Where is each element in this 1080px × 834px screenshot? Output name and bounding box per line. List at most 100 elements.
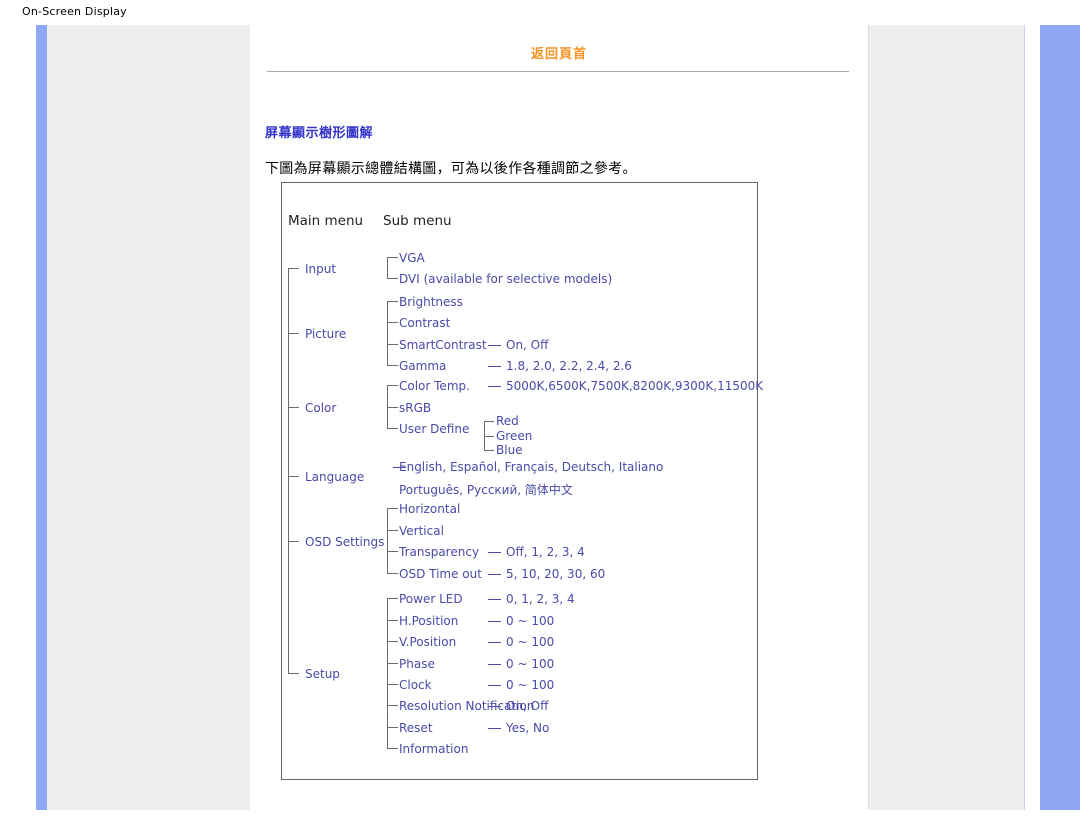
sub-menu-item: sRGB (399, 400, 432, 415)
sub-menu-item: Gamma (399, 359, 447, 374)
sub-menu-item: Brightness (399, 294, 463, 309)
sub-menu-item: V.Position (399, 635, 457, 650)
content-column: 返回頁首 屏幕顯示樹形圖解 下圖為屏幕顯示總體結構圖，可為以後作各種調節之參考。… (250, 25, 868, 810)
sub-menu-value: Off, 1, 2, 3, 4 (506, 545, 585, 560)
sub-menu-value: 0 ~ 100 (506, 635, 555, 650)
sub-branch-tick (387, 641, 398, 643)
value-connector-dash (488, 344, 501, 346)
value-connector-dash (488, 663, 501, 665)
sub-branch-tick (387, 529, 398, 531)
sub-menu-value: 5, 10, 20, 30, 60 (506, 566, 606, 581)
sub-branch-tick (387, 257, 398, 258)
sub-menu-value: 0 ~ 100 (506, 677, 555, 692)
main-menu-item: Picture (305, 326, 347, 341)
sub-menu-item: Color Temp. (399, 379, 470, 394)
sub-branch-tick (387, 748, 398, 750)
sub-branch-tick (387, 662, 398, 664)
sub-branch-tick (387, 406, 398, 408)
sub-menu-value: 0 ~ 100 (506, 613, 555, 628)
main-menu-item: Color (305, 400, 337, 415)
sub-menu-item: Power LED (399, 592, 463, 607)
sub-menu-value: Português, Русский, 简体中文 (399, 483, 573, 498)
sub-menu-value: On, Off (506, 337, 549, 352)
leaf-menu-item: Red (496, 414, 519, 429)
left-blue-rail (36, 25, 47, 810)
leaf-branch-tick (484, 421, 494, 423)
leaf-branch-tick (484, 435, 494, 437)
value-connector-dash (488, 386, 501, 388)
sub-branch-tick (387, 551, 398, 553)
sub-branch-tick (387, 572, 398, 574)
sub-menu-item: Reset (399, 720, 433, 735)
osd-tree-canvas: Main menu Sub menu VGA DVI (available for… (282, 183, 763, 779)
value-connector-dash (488, 599, 501, 601)
sub-bracket-spine (387, 598, 388, 749)
sub-menu-item: Transparency (399, 545, 480, 560)
sub-bracket-spine (387, 300, 388, 366)
sub-menu-item: Horizontal (399, 502, 461, 517)
sub-menu-value: Yes, No (506, 720, 550, 735)
main-branch-tick (288, 406, 299, 408)
main-branch-tick (288, 332, 299, 334)
left-sidebar-panel (47, 25, 250, 810)
sub-menu-item: Information (399, 742, 469, 757)
main-menu-item: Language (305, 470, 365, 485)
header-divider (267, 71, 849, 72)
main-branch-tick (288, 673, 299, 675)
sub-menu-item: Clock (399, 677, 432, 692)
sub-menu-item: DVI (available for selective models) (399, 272, 613, 287)
sub-menu-item: H.Position (399, 613, 459, 628)
sub-branch-tick (387, 322, 398, 324)
sub-menu-item: SmartContrast (399, 337, 487, 352)
osd-tree-diagram: Main menu Sub menu VGA DVI (available for… (281, 182, 763, 780)
sub-branch-tick (387, 385, 398, 387)
right-blue-rail (1040, 25, 1080, 810)
section-heading: 屏幕顯示樹形圖解 (265, 126, 374, 141)
sub-branch-tick (387, 726, 398, 728)
sub-branch-tick (387, 428, 398, 430)
right-sidebar-panel (868, 25, 1025, 810)
sub-branch-tick (387, 683, 398, 685)
sub-menu-item: VGA (399, 251, 425, 265)
sub-branch-tick (387, 598, 398, 600)
back-to-top-link[interactable]: 返回頁首 (531, 47, 587, 62)
page-title: On-Screen Display (22, 5, 127, 18)
value-connector-dash (488, 727, 501, 729)
value-connector-dash (488, 552, 501, 554)
sub-menu-item: OSD Time out (399, 566, 482, 581)
sub-menu-value: On, Off (506, 699, 549, 714)
sub-menu-value: English, Español, Français, Deutsch, Ita… (399, 459, 664, 474)
value-connector-dash (488, 684, 501, 686)
sub-branch-tick (387, 300, 398, 302)
value-connector-dash (488, 573, 501, 575)
sub-menu-value: 1.8, 2.0, 2.2, 2.4, 2.6 (506, 359, 632, 374)
sub-menu-value: 0, 1, 2, 3, 4 (506, 592, 575, 607)
leaf-menu-item: Green (496, 428, 533, 443)
value-connector-dash (488, 366, 501, 368)
sub-branch-tick (387, 278, 398, 280)
back-to-top-row: 返回頁首 (250, 25, 868, 62)
sub-branch-tick (387, 705, 398, 707)
leaf-branch-tick (484, 449, 494, 451)
value-connector-dash (488, 706, 501, 708)
sub-branch-tick (387, 343, 398, 345)
section-paragraph: 下圖為屏幕顯示總體結構圖，可為以後作各種調節之參考。 (265, 161, 637, 177)
value-connector-dash (488, 620, 501, 622)
column-header-main-menu: Main menu (288, 213, 364, 229)
sub-menu-item: User Define (399, 422, 470, 437)
column-header-sub-menu: Sub menu (383, 213, 452, 229)
main-branch-tick (288, 476, 299, 478)
sub-menu-value: 0 ~ 100 (506, 656, 555, 671)
sub-branch-tick (387, 508, 398, 510)
main-menu-item: Setup (305, 667, 340, 682)
sub-menu-item: Phase (399, 656, 435, 671)
leaf-menu-item: Blue (496, 442, 523, 457)
sub-branch-tick (387, 365, 398, 367)
sub-menu-item: Vertical (399, 523, 444, 538)
sub-menu-value: 5000K,6500K,7500K,8200K,9300K,11500K (506, 379, 764, 394)
main-menu-item: Input (305, 261, 337, 276)
main-branch-tick (288, 540, 299, 542)
main-branch-tick (288, 267, 299, 269)
main-menu-spine (288, 267, 289, 674)
sub-bracket-spine (387, 257, 388, 279)
